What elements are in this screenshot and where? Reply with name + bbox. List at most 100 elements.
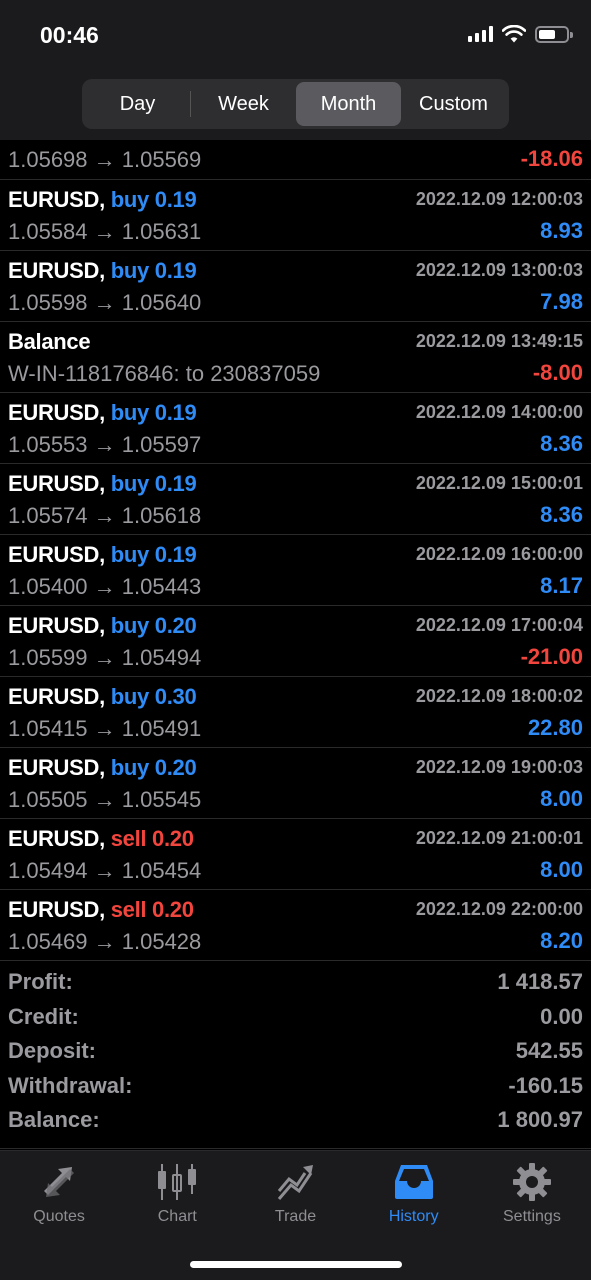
battery-icon [535,25,573,43]
history-row[interactable]: EURUSD, buy 0.20 2022.12.09 17:00:04 1.055… [0,606,591,677]
row-profit: 8.36 [540,431,583,456]
summary-label: Deposit: [8,1038,96,1063]
row-profit: 8.00 [540,857,583,882]
row-symbol: EURUSD, [8,400,105,425]
row-action: buy 0.30 [110,684,197,709]
settings-icon [512,1163,551,1201]
row-symbol: EURUSD, [8,684,105,709]
row-prices: 1.05574 → 1.05618 [8,503,202,528]
period-segmented-control: Day Week Month Custom [82,79,509,129]
status-icons [468,25,573,43]
summary-value: -160.15 [508,1072,583,1098]
row-time: 2022.12.09 19:00:03 [415,757,583,777]
row-profit: 22.80 [527,715,583,740]
summary-value: 542.55 [515,1038,583,1063]
row-title: EURUSD, buy 0.30 [8,684,197,710]
row-profit: -8.00 [532,360,583,385]
segment-week[interactable]: Week [191,82,296,126]
summary-panel: Profit: 1 418.57 Credit: 0.00 Deposit: 5… [0,962,591,1149]
row-title: EURUSD, buy 0.20 [8,755,197,781]
history-row[interactable]: EURUSD, buy 0.19 2022.12.09 12:00:03 1.055… [0,180,591,251]
row-symbol: Balance [8,329,91,354]
tab-label: Trade [274,1208,317,1225]
row-action: buy 0.19 [110,258,197,283]
row-prices: 1.05584 → 1.05631 [8,219,202,244]
row-symbol: EURUSD, [8,755,105,780]
summary-label: Withdrawal: [8,1072,133,1098]
wifi-icon [502,25,526,43]
row-action: buy 0.19 [110,400,197,425]
row-title: EURUSD, buy 0.19 [8,187,197,213]
segment-day[interactable]: Day [85,82,190,126]
segment-month[interactable]: Month [296,82,401,126]
tab-trade[interactable]: Trade [236,1151,354,1231]
row-profit: 8.20 [540,928,583,953]
row-title: EURUSD, buy 0.19 [8,400,197,426]
row-prices: 1.05415 → 1.05491 [8,716,202,741]
row-profit: 8.17 [540,573,583,598]
summary-withdrawal: Withdrawal: -160.15 [0,1066,591,1101]
tab-chart[interactable]: Chart [118,1151,236,1231]
row-symbol: EURUSD, [8,826,105,851]
row-action: buy 0.20 [110,613,197,638]
history-row[interactable]: EURUSD, buy 0.19 2022.12.09 16:00:00 1.054… [0,535,591,606]
summary-value: 0.00 [540,1003,583,1029]
row-time: 2022.12.09 14:00:00 [415,402,583,422]
row-time: 2022.12.09 18:00:02 [415,686,583,706]
top-area: 00:46 Day Week Month Custom [0,0,591,140]
tab-label: Settings [503,1208,561,1225]
row-time: 2022.12.09 13:49:15 [415,331,583,351]
row-symbol: EURUSD, [8,897,105,922]
history-row[interactable]: 1.05698 → 1.05569 -18.06 [0,140,591,180]
bottom-tab-bar: Quotes Chart Trade History Settings [0,1150,591,1280]
history-row[interactable]: EURUSD, sell 0.20 2022.12.09 22:00:00 1.05… [0,890,591,961]
row-action: buy 0.19 [110,187,197,212]
status-time: 00:46 [40,22,99,48]
home-indicator [190,1261,402,1268]
row-title: EURUSD, buy 0.19 [8,471,197,497]
tab-history[interactable]: History [355,1151,473,1231]
summary-credit: Credit: 0.00 [0,997,591,1032]
summary-profit: Profit: 1 418.57 [0,962,591,997]
row-title: Balance [8,329,91,355]
row-symbol: EURUSD, [8,471,105,496]
row-prices: 1.05698 → 1.05569 [8,147,202,172]
quotes-icon [44,1167,75,1197]
row-prices: 1.05400 → 1.05443 [8,574,202,599]
row-title: EURUSD, buy 0.20 [8,613,197,639]
history-row[interactable]: EURUSD, sell 0.20 2022.12.09 21:00:01 1.05… [0,819,591,890]
history-row[interactable]: Balance 2022.12.09 13:49:15 W-IN-118176846… [0,322,591,393]
history-list: 1.05698 → 1.05569 -18.06 EURUSD, buy 0.1… [0,140,591,961]
row-prices: 1.05598 → 1.05640 [8,290,202,315]
row-profit: -21.00 [520,644,583,669]
segment-custom[interactable]: Custom [401,82,506,126]
tab-label: Chart [157,1208,197,1225]
cellular-signal-icon [468,26,493,42]
row-action: buy 0.19 [110,471,197,496]
row-time: 2022.12.09 13:00:03 [415,260,583,280]
tab-quotes[interactable]: Quotes [0,1151,118,1231]
summary-value: 1 800.97 [497,1107,583,1132]
row-action: buy 0.20 [110,755,197,780]
row-action: buy 0.19 [110,542,197,567]
history-row[interactable]: EURUSD, buy 0.30 2022.12.09 18:00:02 1.054… [0,677,591,748]
row-prices: 1.05469 → 1.05428 [8,929,202,954]
history-row[interactable]: EURUSD, buy 0.19 2022.12.09 15:00:01 1.055… [0,464,591,535]
history-row[interactable]: EURUSD, buy 0.19 2022.12.09 13:00:03 1.055… [0,251,591,322]
summary-label: Balance: [8,1107,100,1132]
summary-value: 1 418.57 [497,969,583,994]
row-symbol: EURUSD, [8,258,105,283]
trade-icon [277,1165,313,1200]
tab-label: Quotes [33,1208,85,1225]
row-title: EURUSD, buy 0.19 [8,542,197,568]
history-row[interactable]: EURUSD, buy 0.20 2022.12.09 19:00:03 1.055… [0,748,591,819]
row-time: 2022.12.09 12:00:03 [415,189,583,209]
chart-icon [158,1164,197,1200]
row-profit: 8.93 [540,218,583,243]
history-row[interactable]: EURUSD, buy 0.19 2022.12.09 14:00:00 1.055… [0,393,591,464]
tab-settings[interactable]: Settings [473,1151,591,1231]
row-title: EURUSD, sell 0.20 [8,897,194,923]
row-prices: 1.05505 → 1.05545 [8,787,202,812]
row-prices: 1.05553 → 1.05597 [8,432,202,457]
row-symbol: EURUSD, [8,187,105,212]
